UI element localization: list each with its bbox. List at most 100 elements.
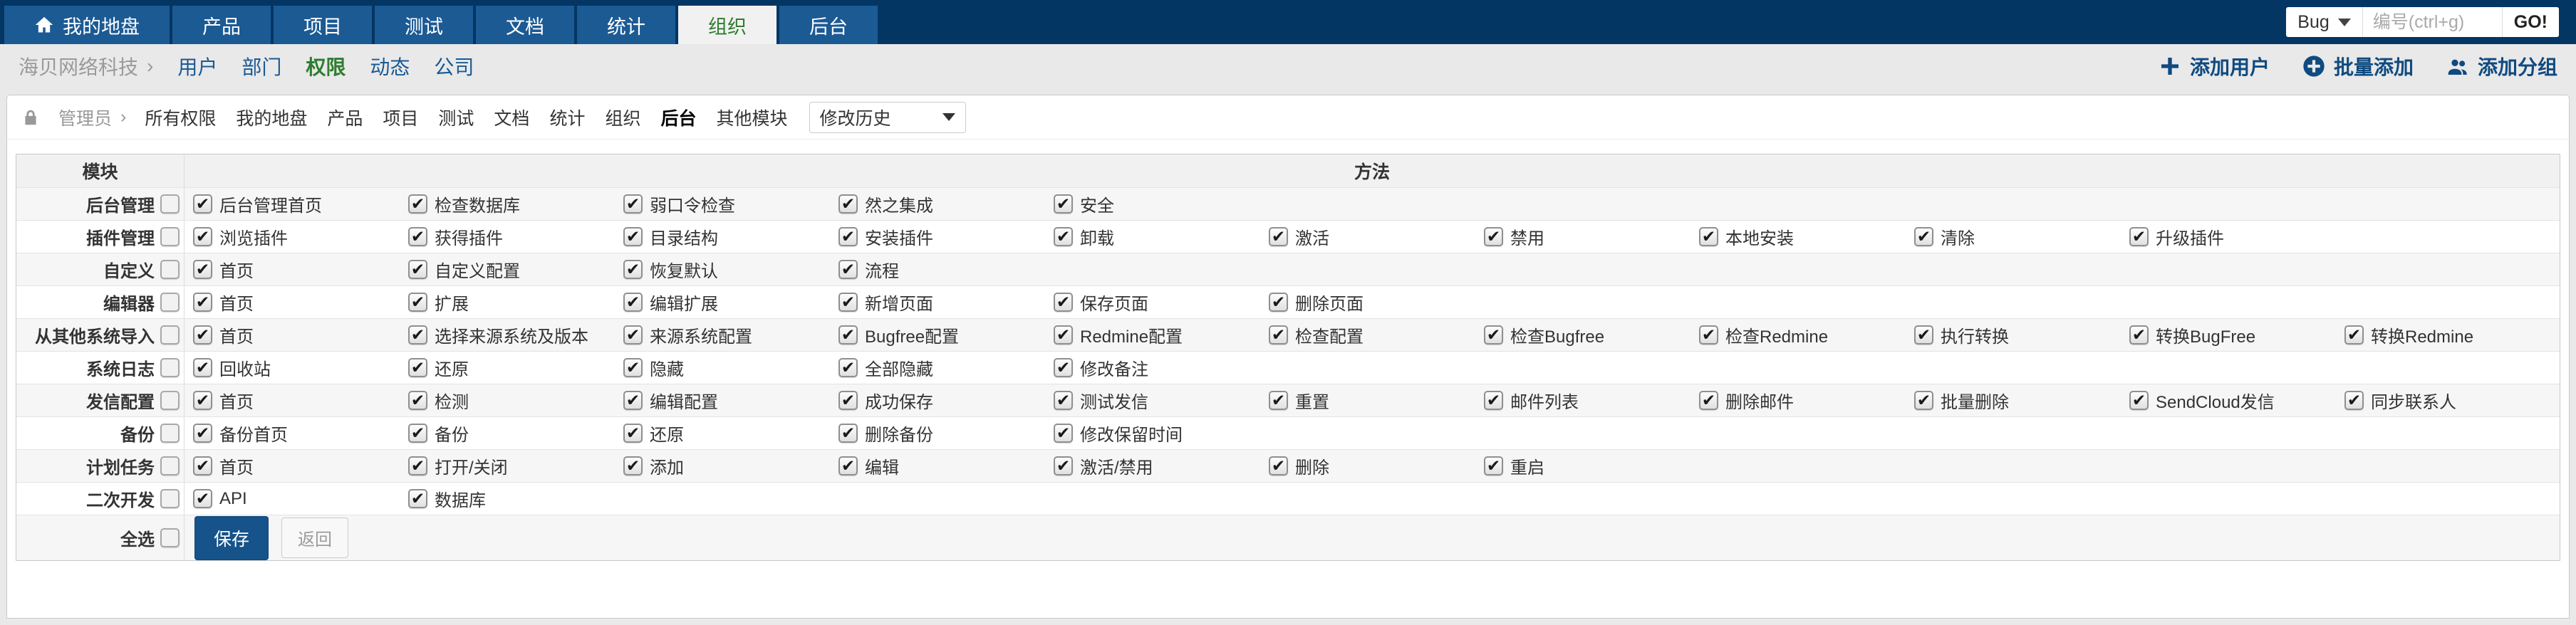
method-checkbox[interactable] [408, 194, 427, 214]
method-checkbox[interactable] [623, 227, 643, 246]
method-checkbox[interactable] [193, 194, 212, 214]
toolbar-link-my[interactable]: 我的地盘 [236, 105, 307, 130]
method-checkbox[interactable] [838, 424, 858, 443]
module-checkbox[interactable] [160, 260, 180, 279]
method-checkbox[interactable] [1914, 325, 1933, 345]
method-checkbox[interactable] [623, 293, 643, 312]
method-checkbox[interactable] [623, 325, 643, 345]
go-button[interactable]: GO! [2501, 7, 2559, 37]
method-checkbox[interactable] [408, 456, 427, 476]
submenu-item-company[interactable]: 公司 [434, 52, 474, 80]
method-checkbox[interactable] [408, 424, 427, 443]
nav-tab-test[interactable]: 测试 [375, 6, 473, 44]
submenu-item-user[interactable]: 用户 [177, 52, 217, 80]
module-checkbox[interactable] [160, 456, 180, 476]
toolbar-link-product[interactable]: 产品 [327, 105, 363, 130]
method-checkbox[interactable] [1054, 456, 1073, 476]
module-checkbox[interactable] [160, 325, 180, 345]
method-checkbox[interactable] [193, 489, 212, 508]
method-checkbox[interactable] [838, 358, 858, 377]
method-checkbox[interactable] [408, 325, 427, 345]
method-checkbox[interactable] [623, 260, 643, 279]
nav-tab-doc[interactable]: 文档 [476, 6, 574, 44]
method-checkbox[interactable] [1054, 194, 1073, 214]
save-button[interactable]: 保存 [194, 515, 269, 560]
method-checkbox[interactable] [838, 227, 858, 246]
method-checkbox[interactable] [408, 227, 427, 246]
toolbar-link-admin[interactable]: 后台 [660, 105, 696, 130]
method-checkbox[interactable] [1484, 456, 1503, 476]
method-checkbox[interactable] [193, 260, 212, 279]
method-checkbox[interactable] [408, 391, 427, 410]
method-checkbox[interactable] [1054, 391, 1073, 410]
submenu-item-dept[interactable]: 部门 [242, 52, 281, 80]
module-checkbox[interactable] [160, 293, 180, 312]
method-checkbox[interactable] [193, 424, 212, 443]
method-checkbox[interactable] [2344, 391, 2364, 410]
method-checkbox[interactable] [408, 260, 427, 279]
back-button[interactable]: 返回 [281, 518, 349, 558]
submenu-item-privilege[interactable]: 权限 [306, 52, 346, 80]
select-all-checkbox[interactable] [160, 528, 180, 547]
batch-add-button[interactable]: 批量添加 [2302, 52, 2414, 80]
method-checkbox[interactable] [838, 456, 858, 476]
submenu-item-dynamic[interactable]: 动态 [370, 52, 410, 80]
method-checkbox[interactable] [838, 194, 858, 214]
toolbar-link-project[interactable]: 项目 [383, 105, 418, 130]
method-checkbox[interactable] [1269, 456, 1288, 476]
toolbar-link-test[interactable]: 测试 [438, 105, 474, 130]
toolbar-link-organization[interactable]: 组织 [605, 105, 640, 130]
nav-tab-admin[interactable]: 后台 [779, 6, 878, 44]
toolbar-link-other[interactable]: 其他模块 [716, 105, 787, 130]
method-checkbox[interactable] [2129, 227, 2149, 246]
method-checkbox[interactable] [1054, 325, 1073, 345]
method-checkbox[interactable] [193, 358, 212, 377]
history-select[interactable]: 修改历史 [809, 101, 966, 133]
method-checkbox[interactable] [838, 325, 858, 345]
method-checkbox[interactable] [838, 293, 858, 312]
search-type-dropdown[interactable]: Bug [2286, 7, 2363, 37]
method-checkbox[interactable] [623, 194, 643, 214]
nav-tab-organization[interactable]: 组织 [678, 6, 777, 44]
method-checkbox[interactable] [838, 260, 858, 279]
toolbar-link-stats[interactable]: 统计 [549, 105, 585, 130]
module-checkbox[interactable] [160, 358, 180, 377]
nav-tab-product[interactable]: 产品 [172, 6, 271, 44]
method-checkbox[interactable] [1054, 227, 1073, 246]
method-checkbox[interactable] [1699, 227, 1718, 246]
method-checkbox[interactable] [193, 325, 212, 345]
module-checkbox[interactable] [160, 489, 180, 508]
method-checkbox[interactable] [193, 391, 212, 410]
search-input[interactable] [2362, 7, 2502, 37]
method-checkbox[interactable] [408, 293, 427, 312]
method-checkbox[interactable] [1484, 325, 1503, 345]
method-checkbox[interactable] [408, 489, 427, 508]
method-checkbox[interactable] [1699, 325, 1718, 345]
module-checkbox[interactable] [160, 391, 180, 410]
method-checkbox[interactable] [2129, 325, 2149, 345]
nav-tab-project[interactable]: 项目 [274, 6, 372, 44]
method-checkbox[interactable] [408, 358, 427, 377]
method-checkbox[interactable] [2129, 391, 2149, 410]
method-checkbox[interactable] [2344, 325, 2364, 345]
module-checkbox[interactable] [160, 227, 180, 246]
method-checkbox[interactable] [1269, 391, 1288, 410]
method-checkbox[interactable] [1054, 293, 1073, 312]
method-checkbox[interactable] [623, 391, 643, 410]
method-checkbox[interactable] [1054, 358, 1073, 377]
module-checkbox[interactable] [160, 424, 180, 443]
nav-tab-my-dashboard[interactable]: 我的地盘 [4, 6, 170, 44]
method-checkbox[interactable] [1269, 325, 1288, 345]
method-checkbox[interactable] [1269, 293, 1288, 312]
method-checkbox[interactable] [1914, 391, 1933, 410]
method-checkbox[interactable] [623, 456, 643, 476]
module-checkbox[interactable] [160, 194, 180, 214]
toolbar-link-all-priv[interactable]: 所有权限 [145, 105, 216, 130]
method-checkbox[interactable] [193, 293, 212, 312]
method-checkbox[interactable] [1269, 227, 1288, 246]
method-checkbox[interactable] [1484, 227, 1503, 246]
method-checkbox[interactable] [838, 391, 858, 410]
method-checkbox[interactable] [193, 227, 212, 246]
method-checkbox[interactable] [623, 358, 643, 377]
method-checkbox[interactable] [1914, 227, 1933, 246]
